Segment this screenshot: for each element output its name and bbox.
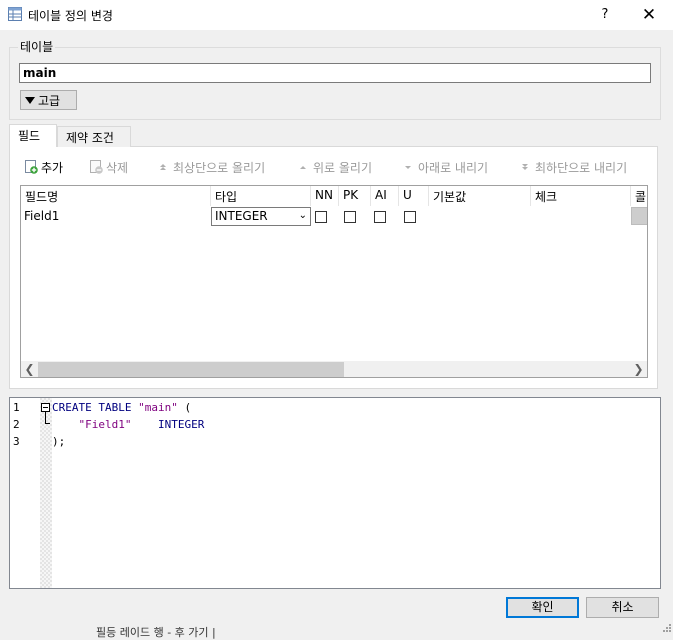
column-header-type[interactable]: 타입	[211, 186, 311, 206]
scroll-right-icon[interactable]: ❯	[630, 361, 647, 377]
close-button[interactable]: ✕	[638, 5, 660, 25]
default-value-cell[interactable]	[429, 207, 531, 227]
sql-gap	[131, 418, 158, 431]
sql-string: "main"	[138, 401, 178, 414]
move-up-button[interactable]: 위로 올리기	[296, 158, 372, 176]
column-header-nn[interactable]: NN	[311, 186, 339, 206]
add-field-button[interactable]: 추가	[24, 158, 63, 176]
delete-field-button[interactable]: 삭제	[89, 158, 128, 176]
collation-cell[interactable]	[631, 207, 647, 225]
sql-punct: (	[177, 401, 192, 414]
move-bottom-label: 최하단으로 내리기	[535, 160, 628, 175]
table-group-label: 테이블	[18, 38, 56, 55]
add-field-label: 추가	[41, 160, 64, 175]
column-header-pk[interactable]: PK	[339, 186, 371, 206]
sql-string: "Field1"	[78, 418, 132, 431]
resize-grip-icon[interactable]	[660, 621, 672, 633]
add-icon	[25, 160, 38, 174]
tab-constraints[interactable]: 제약 조건	[57, 126, 131, 147]
horizontal-scrollbar[interactable]: ❮ ❯	[21, 361, 647, 377]
move-down-button[interactable]: 아래로 내리기	[401, 158, 488, 176]
field-type-select[interactable]: INTEGER ⌄	[211, 207, 311, 226]
fold-end	[45, 423, 50, 424]
triangle-down-icon	[25, 96, 35, 104]
field-name-cell[interactable]: Field1	[21, 207, 211, 227]
line-number: 2	[13, 418, 20, 431]
fold-margin	[40, 398, 52, 588]
advanced-button-label: 고급	[38, 93, 61, 108]
cancel-button[interactable]: 취소	[586, 597, 659, 618]
title-bar: 테이블 정의 변경 ? ✕	[0, 0, 673, 30]
column-header-name[interactable]: 필드명	[21, 186, 211, 206]
double-down-arrow-icon	[522, 164, 528, 170]
nn-checkbox[interactable]	[315, 211, 327, 223]
sql-keyword: CREATE TABLE	[52, 401, 132, 414]
scroll-left-icon[interactable]: ❮	[21, 361, 38, 377]
column-header-check[interactable]: 체크	[531, 186, 631, 206]
sql-keyword: INTEGER	[157, 418, 205, 431]
sql-line-1: CREATE TABLE "main" (	[52, 401, 191, 414]
fold-collapse-icon[interactable]	[41, 403, 50, 412]
column-header-unique[interactable]: U	[399, 186, 429, 206]
help-button[interactable]: ?	[596, 5, 614, 25]
line-number: 3	[13, 435, 20, 448]
move-down-label: 아래로 내리기	[418, 160, 489, 175]
table-group-box	[9, 47, 661, 120]
double-up-arrow-icon	[160, 164, 166, 170]
tab-fields[interactable]: 필드	[9, 124, 57, 147]
chevron-down-icon: ⌄	[298, 210, 307, 221]
line-number: 1	[13, 401, 20, 414]
table-icon	[8, 7, 22, 21]
pk-checkbox[interactable]	[344, 211, 356, 223]
ok-button[interactable]: 확인	[506, 597, 579, 618]
sql-line-2: "Field1" INTEGER	[52, 418, 205, 431]
sql-preview-editor[interactable]: 1 2 3 CREATE TABLE "main" ( "Field1" INT…	[9, 397, 661, 589]
up-arrow-icon	[300, 166, 306, 169]
column-header-default[interactable]: 기본값	[429, 186, 531, 206]
move-top-button[interactable]: 최상단으로 올리기	[156, 158, 265, 176]
advanced-button[interactable]: 고급	[20, 90, 77, 110]
table-name-input[interactable]: main	[19, 63, 651, 83]
down-arrow-icon	[405, 166, 411, 169]
check-cell[interactable]	[531, 207, 631, 227]
background-window-text: 필등 레이드 행 - 후 가기 |	[96, 626, 216, 639]
sql-line-3: );	[52, 435, 66, 448]
field-type-value: INTEGER	[215, 209, 268, 223]
ai-checkbox[interactable]	[374, 211, 386, 223]
fields-grid[interactable]: 필드명 타입 NN PK AI U 기본값 체크 콜 Field1 INTEGE…	[20, 185, 648, 378]
delete-field-label: 삭제	[106, 160, 129, 175]
unique-checkbox[interactable]	[404, 211, 416, 223]
scrollbar-thumb[interactable]	[38, 362, 344, 377]
column-header-collation[interactable]: 콜	[631, 186, 647, 206]
column-header-ai[interactable]: AI	[371, 186, 399, 206]
move-up-label: 위로 올리기	[313, 160, 373, 175]
sql-indent	[52, 418, 79, 431]
move-top-label: 최상단으로 올리기	[173, 160, 266, 175]
move-bottom-button[interactable]: 최하단으로 내리기	[518, 158, 627, 176]
delete-icon	[90, 160, 103, 174]
window-title: 테이블 정의 변경	[28, 9, 113, 23]
